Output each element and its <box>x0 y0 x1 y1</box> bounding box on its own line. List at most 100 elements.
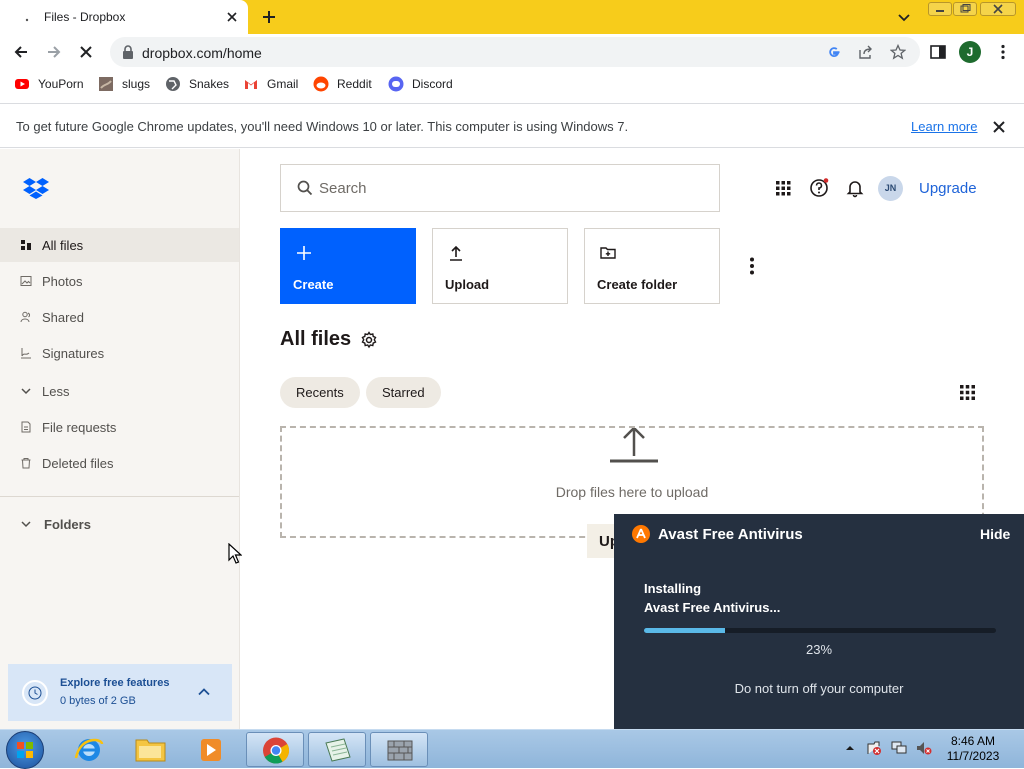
action-center-icon[interactable] <box>866 740 882 756</box>
folders-label: Folders <box>44 517 91 532</box>
profile-avatar[interactable]: J <box>959 41 981 63</box>
chevron-up-icon[interactable] <box>196 684 212 700</box>
page-title: All files <box>280 328 352 350</box>
search-icon <box>297 180 313 196</box>
restore-button[interactable] <box>953 2 977 16</box>
sidebar-item-file-requests[interactable]: File requests <box>0 410 239 444</box>
dropbox-sidebar: All files Photos Shared Signatures Less … <box>0 149 240 729</box>
upgrade-link[interactable]: Upgrade <box>919 180 977 197</box>
new-tab-icon[interactable] <box>260 8 278 26</box>
help-icon[interactable] <box>809 178 829 198</box>
sidebar-item-less[interactable]: Less <box>0 374 239 408</box>
tab-title: Files - Dropbox <box>44 10 126 24</box>
close-tab-icon[interactable] <box>224 9 240 25</box>
start-button[interactable] <box>6 731 44 769</box>
sidebar-item-signatures[interactable]: Signatures <box>0 336 239 370</box>
system-clock[interactable]: 8:46 AM 11/7/2023 <box>938 734 1008 764</box>
chrome-icon <box>263 737 290 764</box>
bookmark-discord[interactable]: Discord <box>388 76 453 92</box>
media-player-icon <box>201 739 221 761</box>
bookmark-star-icon[interactable] <box>890 44 906 60</box>
install-warning: Do not turn off your computer <box>734 681 904 696</box>
drop-hint: Drop files here to upload <box>555 484 709 500</box>
avast-logo-icon <box>632 525 650 543</box>
sidebar-item-deleted-files[interactable]: Deleted files <box>0 446 239 480</box>
minimize-button[interactable] <box>928 2 952 16</box>
clock-date: 11/7/2023 <box>946 749 1000 763</box>
browser-toolbar: dropbox.com/home J <box>0 34 1024 70</box>
sidebar-item-label: Deleted files <box>42 456 114 471</box>
close-window-button[interactable] <box>980 2 1016 16</box>
gear-icon[interactable] <box>360 331 378 349</box>
tab-dropbox[interactable]: Files - Dropbox <box>0 0 248 34</box>
taskbar-chrome[interactable] <box>246 732 304 767</box>
taskbar-installer[interactable] <box>370 732 428 767</box>
sidebar-folders-toggle[interactable]: Folders <box>0 507 239 541</box>
close-icon[interactable] <box>992 120 1006 134</box>
loading-icon <box>25 18 29 22</box>
sidebar-item-shared[interactable]: Shared <box>0 300 239 334</box>
sidebar-item-all-files[interactable]: All files <box>0 228 239 262</box>
sidebar-item-label: File requests <box>42 420 117 435</box>
recents-chip[interactable]: Recents <box>280 377 360 408</box>
sidebar-item-label: Photos <box>42 274 83 289</box>
hide-button[interactable]: Hide <box>980 526 1010 542</box>
bookmark-slugs[interactable]: slugs <box>98 76 150 92</box>
search-placeholder: Search <box>319 180 367 197</box>
bookmark-reddit[interactable]: Reddit <box>313 76 372 92</box>
dropbox-logo-icon[interactable] <box>23 177 49 199</box>
learn-more-link[interactable]: Learn more <box>911 119 977 134</box>
tray-expand-icon[interactable] <box>842 740 858 756</box>
install-progress-bar <box>644 628 996 633</box>
taskbar-media-player[interactable] <box>182 732 240 767</box>
file-request-icon <box>21 421 31 433</box>
sidebar-item-photos[interactable]: Photos <box>0 264 239 298</box>
photo-icon <box>20 276 32 286</box>
taskbar-internet-explorer[interactable] <box>60 732 118 767</box>
back-icon[interactable] <box>12 43 30 61</box>
grid-view-icon[interactable] <box>959 384 976 401</box>
taskbar-notepad[interactable] <box>308 732 366 767</box>
more-actions-icon[interactable] <box>744 256 760 276</box>
taskbar-explorer[interactable] <box>121 732 179 767</box>
clock-time: 8:46 AM <box>950 734 996 748</box>
explore-features-banner[interactable]: Explore free features 0 bytes of 2 GB <box>8 664 232 721</box>
upload-button[interactable]: Upload <box>432 228 568 304</box>
plus-icon <box>297 246 311 260</box>
upload-label: Upload <box>445 277 490 292</box>
forward-icon[interactable] <box>45 43 63 61</box>
app-grid-icon[interactable] <box>773 178 793 198</box>
folder-icon <box>135 739 166 762</box>
tab-strip: Files - Dropbox <box>0 0 1024 34</box>
sidebar-item-label: All files <box>42 238 84 253</box>
notification-bell-icon[interactable] <box>845 178 865 198</box>
chevron-down-icon <box>21 388 31 395</box>
bookmark-snakes[interactable]: Snakes <box>165 76 229 92</box>
url-text[interactable]: dropbox.com/home <box>142 45 262 61</box>
youtube-icon <box>15 79 29 89</box>
side-panel-icon[interactable] <box>929 43 947 61</box>
share-icon[interactable] <box>858 44 874 60</box>
bookmark-gmail[interactable]: Gmail <box>243 76 298 92</box>
bookmark-youporn[interactable]: YouPorn <box>14 76 84 92</box>
create-button[interactable]: Create <box>280 228 416 304</box>
lock-icon[interactable] <box>122 45 134 59</box>
install-status: Installing <box>644 581 702 596</box>
tab-search-icon[interactable] <box>896 9 912 25</box>
network-icon[interactable] <box>891 740 907 756</box>
install-percent: 23% <box>805 642 833 657</box>
more-menu-icon[interactable] <box>994 43 1012 61</box>
mouse-cursor-icon <box>228 543 242 564</box>
starred-chip[interactable]: Starred <box>366 377 441 408</box>
create-folder-button[interactable]: Create folder <box>584 228 720 304</box>
create-folder-label: Create folder <box>597 277 678 292</box>
stop-icon[interactable] <box>77 43 95 61</box>
gmail-icon <box>245 80 257 89</box>
install-progress-fill <box>644 628 725 633</box>
user-avatar[interactable]: JN <box>878 176 903 201</box>
volume-muted-icon[interactable] <box>916 740 932 756</box>
search-input[interactable]: Search <box>280 164 720 212</box>
google-lens-icon[interactable] <box>826 44 842 60</box>
sidebar-item-label: Less <box>42 384 70 399</box>
address-bar[interactable]: dropbox.com/home <box>110 37 920 67</box>
